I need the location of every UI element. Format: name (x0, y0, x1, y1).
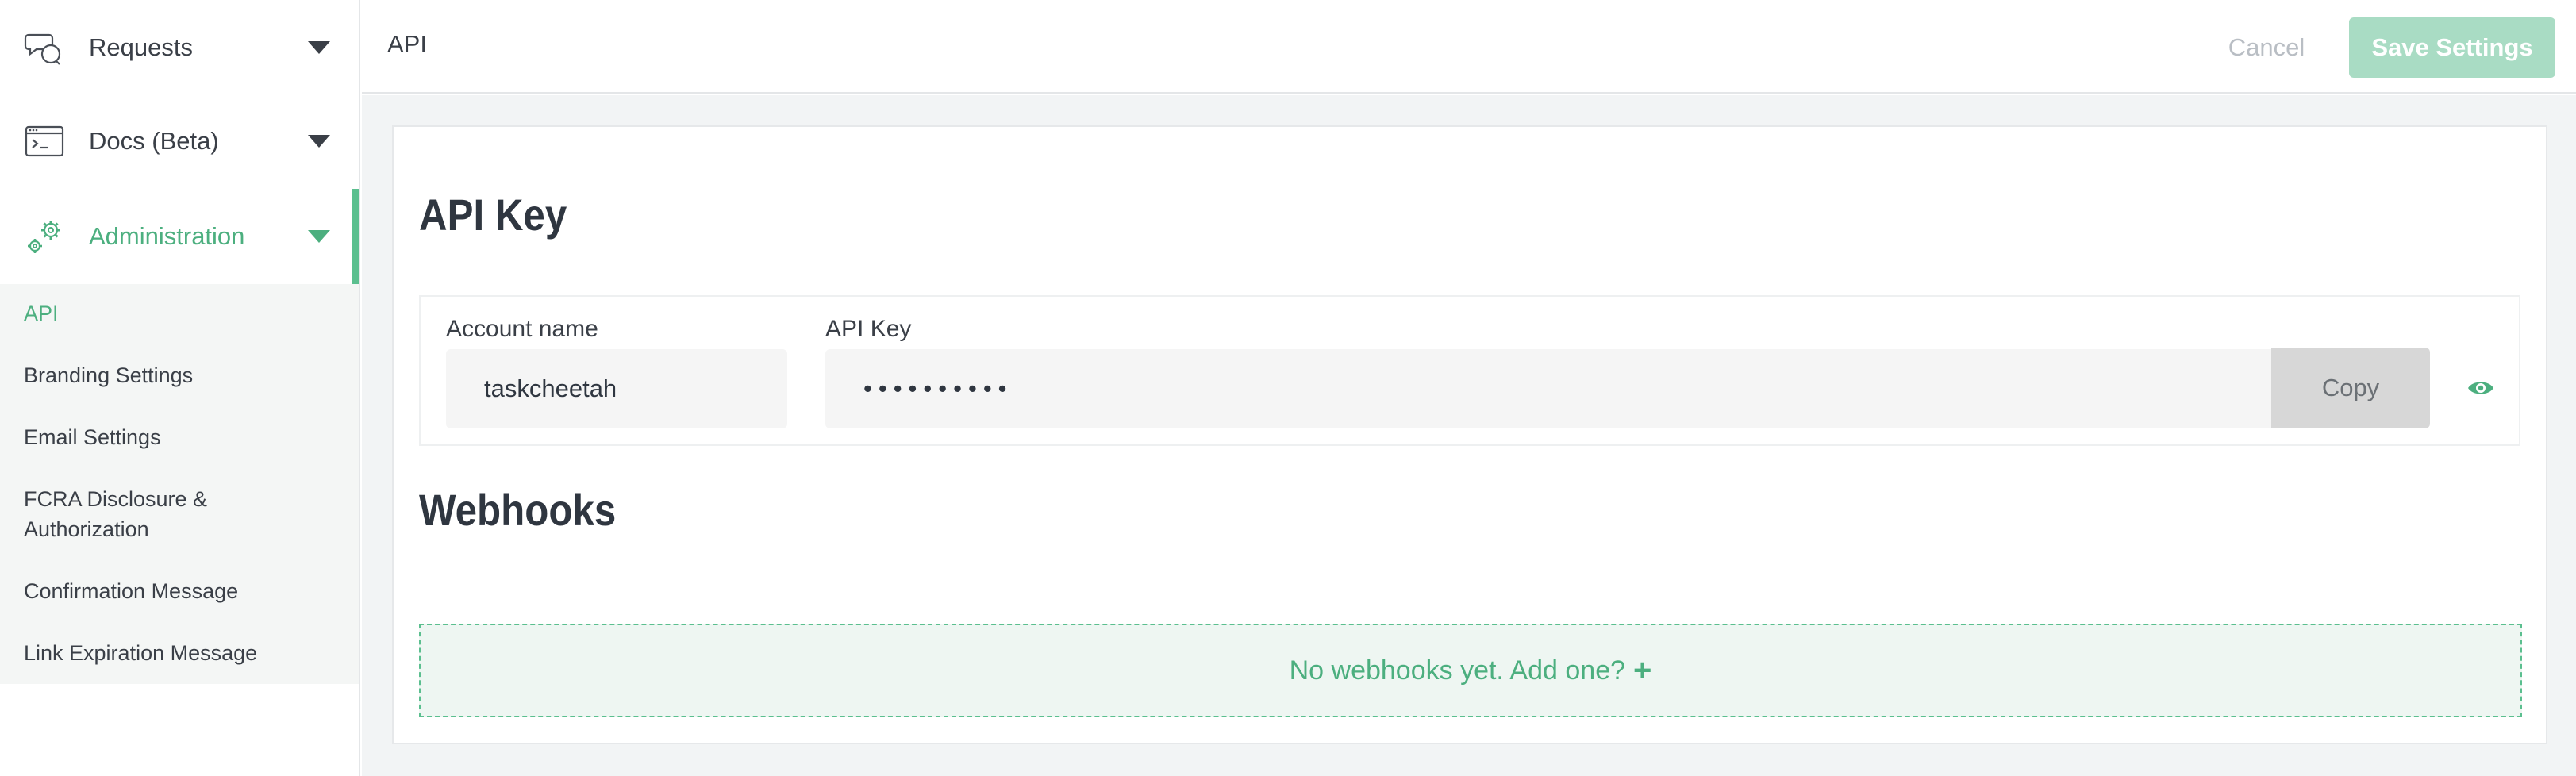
eye-icon[interactable] (2466, 376, 2495, 400)
top-header: API Cancel Save Settings (362, 0, 2576, 94)
chevron-down-icon (308, 41, 330, 54)
save-settings-button[interactable]: Save Settings (2349, 17, 2555, 78)
submenu-item-confirmation-message[interactable]: Confirmation Message (24, 576, 341, 606)
sidebar: Requests Docs (Beta) Administration API … (0, 0, 360, 776)
sidebar-item-label: Administration (89, 222, 245, 250)
account-name-value: taskcheetah (484, 375, 617, 402)
api-key-heading: API Key (419, 190, 567, 240)
administration-submenu: API Branding Settings Email Settings FCR… (0, 284, 359, 684)
sidebar-item-administration[interactable]: Administration (0, 189, 359, 284)
account-name-label: Account name (446, 316, 598, 342)
account-name-field[interactable]: taskcheetah (446, 349, 787, 428)
api-key-label: API Key (825, 316, 912, 342)
webhooks-empty-text: No webhooks yet. Add one? (1289, 655, 1626, 686)
api-key-field[interactable]: •••••••••• (825, 349, 2273, 428)
sidebar-item-label: Requests (89, 33, 193, 61)
chevron-down-icon (308, 230, 330, 243)
submenu-item-fcra-disclosure[interactable]: FCRA Disclosure & Authorization (24, 484, 238, 544)
submenu-item-link-expiration-message[interactable]: Link Expiration Message (24, 638, 341, 668)
api-key-value: •••••••••• (863, 375, 1013, 402)
copy-button[interactable]: Copy (2271, 348, 2430, 428)
submenu-item-email-settings[interactable]: Email Settings (24, 422, 341, 452)
add-webhook-button[interactable]: No webhooks yet. Add one? + (419, 624, 2522, 717)
terminal-window-icon (25, 125, 64, 157)
page-title: API (387, 30, 427, 58)
submenu-item-api[interactable]: API (24, 298, 341, 328)
cancel-button[interactable]: Cancel (2219, 17, 2314, 78)
gears-icon (28, 221, 60, 253)
sidebar-item-docs[interactable]: Docs (Beta) (0, 94, 359, 189)
chat-bubbles-icon (24, 33, 61, 65)
chevron-down-icon (308, 135, 330, 148)
active-indicator (352, 189, 359, 284)
webhooks-heading: Webhooks (419, 485, 617, 535)
sidebar-item-requests[interactable]: Requests (0, 0, 359, 95)
submenu-item-branding-settings[interactable]: Branding Settings (24, 360, 341, 390)
sidebar-item-label: Docs (Beta) (89, 127, 219, 155)
plus-icon: + (1633, 652, 1652, 688)
